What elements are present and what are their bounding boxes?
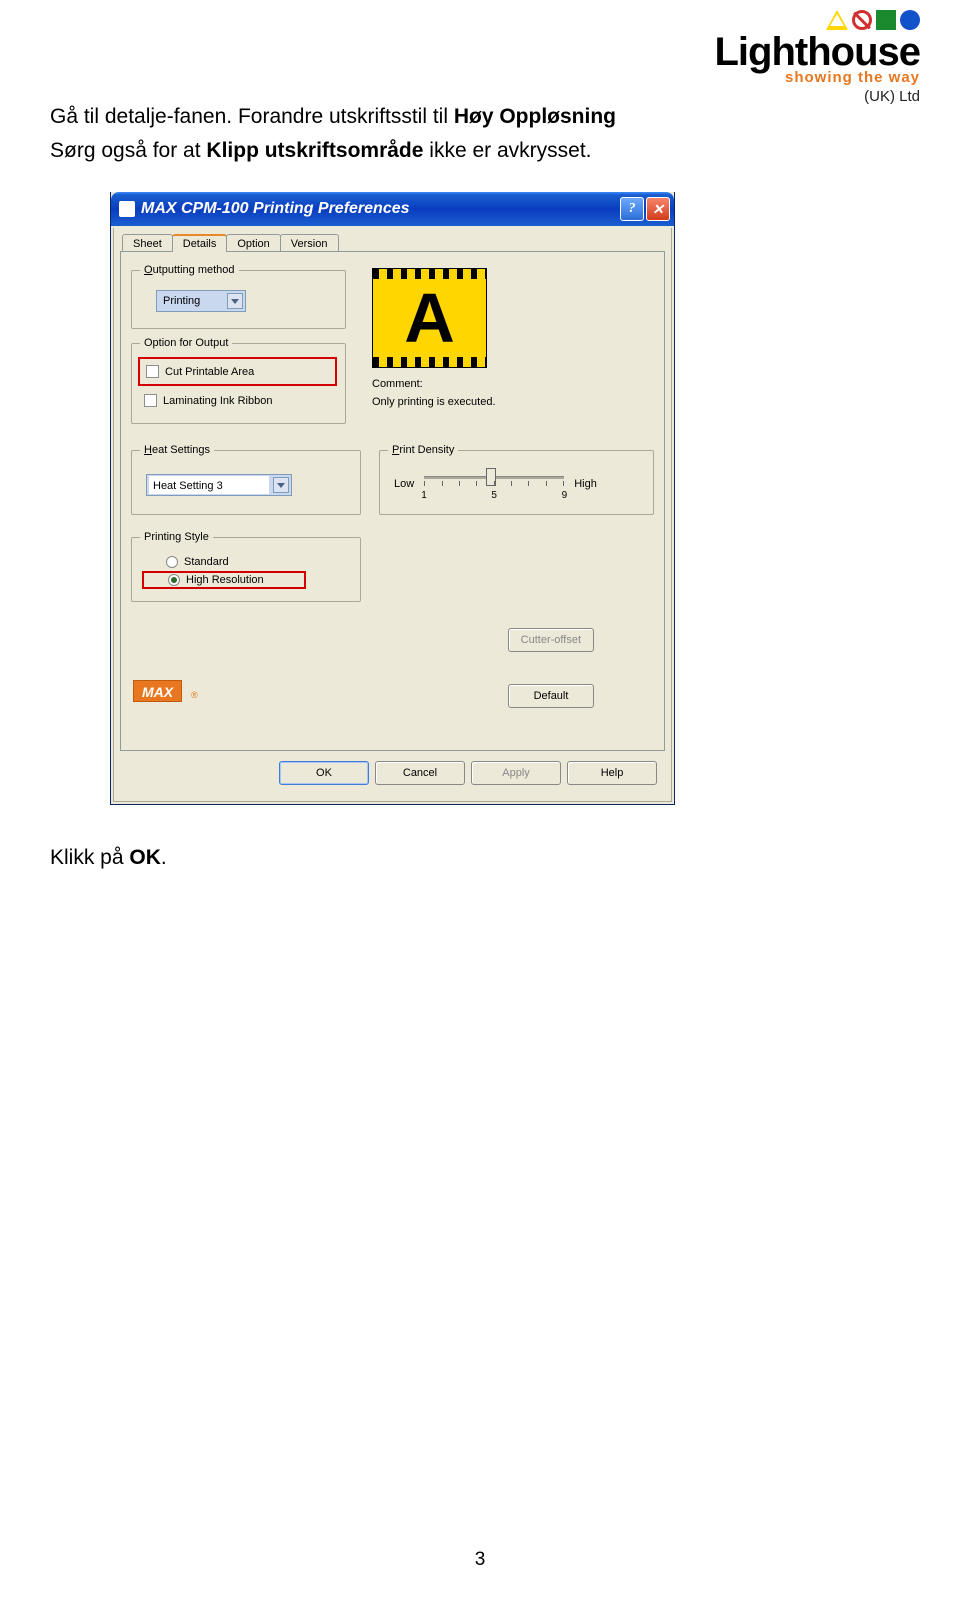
chevron-down-icon xyxy=(273,477,289,493)
after-c: . xyxy=(161,846,167,869)
apply-label: Apply xyxy=(502,767,530,779)
density-high-label: High xyxy=(574,478,597,490)
help-button-bottom[interactable]: Help xyxy=(567,761,657,785)
no-sign-icon xyxy=(852,10,872,30)
printing-preferences-dialog: MAX CPM-100 Printing Preferences ? ✕ She… xyxy=(110,192,675,805)
instr-bold1: Høy Oppløsning xyxy=(454,105,616,128)
tab-panel-details: OOutputting methodutputting method Print… xyxy=(120,251,665,751)
titlebar[interactable]: MAX CPM-100 Printing Preferences ? ✕ xyxy=(111,192,674,226)
heat-settings-group: Heat Settings Heat Setting 3 xyxy=(131,444,361,515)
printing-style-legend: Printing Style xyxy=(140,531,213,543)
tab-version[interactable]: Version xyxy=(280,234,339,252)
after-b: OK xyxy=(129,846,161,869)
tab-option[interactable]: Option xyxy=(226,234,280,252)
highres-highlight: High Resolution xyxy=(142,571,306,589)
logo-name: Lighthouse xyxy=(714,35,920,69)
laminating-label: Laminating Ink Ribbon xyxy=(163,395,272,407)
ok-button[interactable]: OK xyxy=(279,761,369,785)
instruction-text: Gå til detalje-fanen. Forandre utskrifts… xyxy=(50,100,616,167)
chevron-down-icon xyxy=(227,293,243,309)
outputting-method-legend: OOutputting methodutputting method xyxy=(140,264,239,276)
instr-part2a: Sørg også for at xyxy=(50,139,206,162)
after-a: Klikk på xyxy=(50,846,129,869)
heat-setting-dropdown[interactable]: Heat Setting 3 xyxy=(146,474,292,496)
outputting-method-group: OOutputting methodutputting method Print… xyxy=(131,264,346,329)
highres-label: High Resolution xyxy=(186,574,264,586)
cut-area-highlight: Cut Printable Area xyxy=(138,357,337,386)
apply-button: Apply xyxy=(471,761,561,785)
instr-part2c: ikke er avkrysset. xyxy=(423,139,591,162)
outputting-method-dropdown[interactable]: Printing xyxy=(156,290,246,312)
dialog-body: Sheet Details Option Version OOutputting… xyxy=(113,228,672,802)
heat-setting-value: Heat Setting 3 xyxy=(149,476,269,494)
dialog-title: MAX CPM-100 Printing Preferences xyxy=(141,200,410,218)
help-button[interactable]: ? xyxy=(620,197,644,221)
heat-settings-legend: Heat Settings xyxy=(140,444,214,456)
density-slider[interactable]: 1 5 9 xyxy=(424,470,564,498)
tab-sheet[interactable]: Sheet xyxy=(122,234,173,252)
logo-shapes xyxy=(826,10,920,30)
comment-text: Only printing is executed. xyxy=(372,396,654,408)
outputting-method-value: Printing xyxy=(163,295,223,307)
close-button[interactable]: ✕ xyxy=(646,197,670,221)
page-number: 3 xyxy=(475,1549,486,1571)
preview-letter: A xyxy=(404,278,455,358)
cut-printable-area-label: Cut Printable Area xyxy=(165,366,254,378)
comment-label: Comment: xyxy=(372,378,654,390)
default-button[interactable]: Default xyxy=(508,684,594,708)
density-tick-1: 1 xyxy=(421,490,427,501)
cut-printable-area-checkbox[interactable] xyxy=(146,365,159,378)
cutter-offset-button: Cutter-offset xyxy=(508,628,594,652)
instr-part1: Gå til detalje-fanen. Forandre utskrifts… xyxy=(50,105,454,128)
registered-icon: ® xyxy=(191,690,198,700)
print-density-legend: Print Density xyxy=(388,444,458,456)
square-icon xyxy=(876,10,896,30)
brand-logo: Lighthouse showing the way (UK) Ltd xyxy=(714,10,920,105)
standard-radio[interactable] xyxy=(166,556,178,568)
preview-icon: A xyxy=(372,268,487,368)
tab-strip: Sheet Details Option Version xyxy=(122,234,665,252)
dialog-button-row: OK Cancel Apply Help xyxy=(120,751,665,795)
option-for-output-legend: Option for Output xyxy=(140,337,232,349)
printer-icon xyxy=(119,201,135,217)
cancel-button[interactable]: Cancel xyxy=(375,761,465,785)
print-density-group: Print Density Low 1 5 9 xyxy=(379,444,654,515)
default-label: Default xyxy=(534,690,569,702)
density-tick-9: 9 xyxy=(562,490,568,501)
option-for-output-group: Option for Output Cut Printable Area Lam… xyxy=(131,337,346,424)
circle-icon xyxy=(900,10,920,30)
tab-details[interactable]: Details xyxy=(172,234,228,252)
highres-radio[interactable] xyxy=(168,574,180,586)
printing-style-group: Printing Style Standard High Resolution xyxy=(131,531,361,602)
instr-bold2: Klipp utskriftsområde xyxy=(206,139,423,162)
cutter-offset-label: Cutter-offset xyxy=(521,634,581,646)
laminating-checkbox[interactable] xyxy=(144,394,157,407)
max-logo: MAX xyxy=(133,680,182,702)
instruction-after: Klikk på OK. xyxy=(50,846,167,870)
logo-country: (UK) Ltd xyxy=(714,88,920,105)
standard-label: Standard xyxy=(184,556,229,568)
density-low-label: Low xyxy=(394,478,414,490)
density-tick-5: 5 xyxy=(491,490,497,501)
triangle-icon xyxy=(826,10,848,30)
